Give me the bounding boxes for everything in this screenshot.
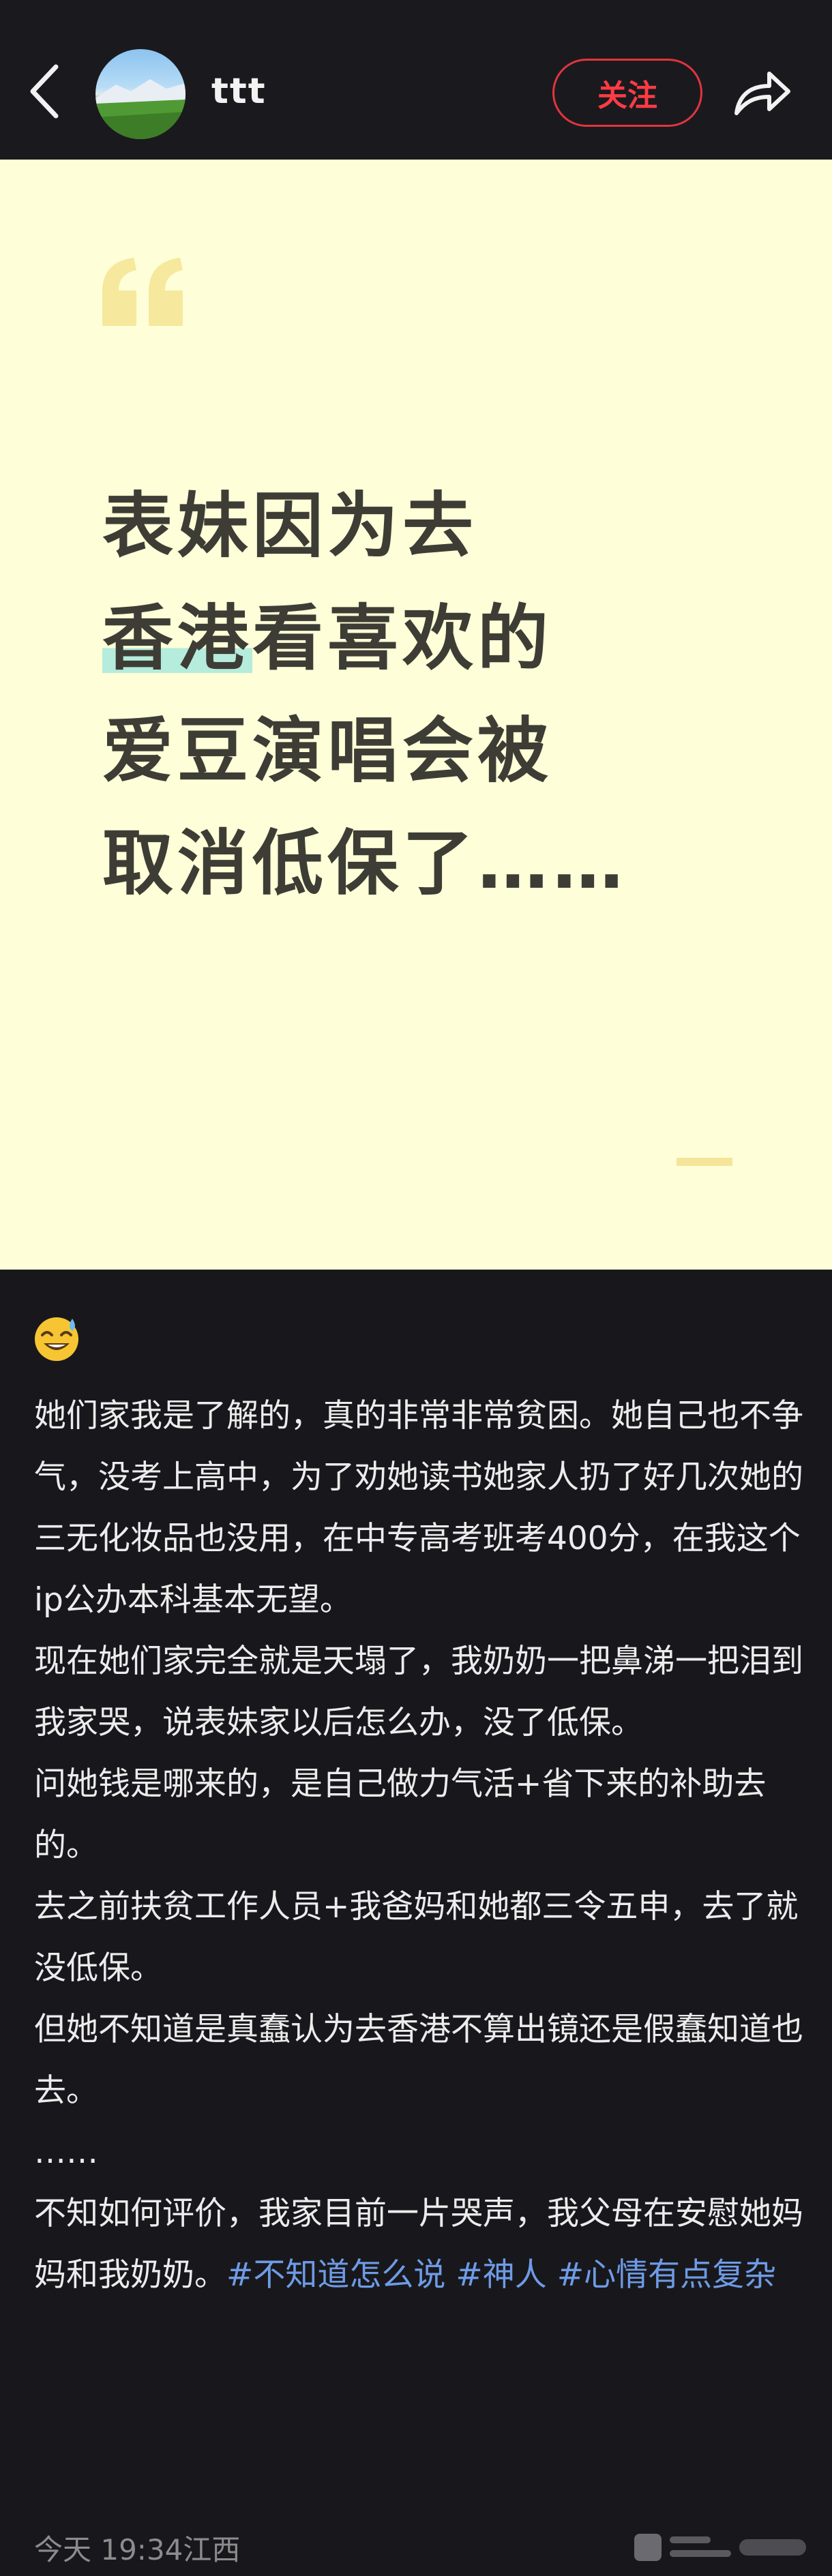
post-meta: 今天 19:34江西 xyxy=(34,2527,240,2568)
post-paragraph: 但她不知道是真蠢认为去香港不算出镜还是假蠢知道也去。 xyxy=(34,2011,803,2110)
post-paragraph: 去之前扶贫工作人员+我爸妈和她都三令五申，去了就没低保。 xyxy=(34,1888,799,1987)
headline-highlight: 香港 xyxy=(102,597,253,680)
chevron-left-icon xyxy=(30,64,59,119)
timestamp: 今天 19:34 xyxy=(34,2533,183,2566)
avatar-landscape-image xyxy=(95,79,185,139)
headline-line-3: 爱豆演唱会被 xyxy=(102,709,553,792)
headline-line-2: 香港看喜欢的 xyxy=(102,582,627,695)
avatar[interactable] xyxy=(95,49,185,139)
hashtag-link[interactable]: #神人 xyxy=(456,2256,546,2294)
back-button[interactable] xyxy=(25,63,65,120)
sweat-smile-emoji xyxy=(33,1315,80,1362)
post-body: 她们家我是了解的，真的非常非常贫困。她自己也不争气，没考上高中，为了劝她读书她家… xyxy=(0,1270,832,2576)
share-button[interactable] xyxy=(731,64,792,121)
post-paragraph: 现在她们家完全就是天塌了，我奶奶一把鼻涕一把泪到我家哭，说表妹家以后怎么办，没了… xyxy=(34,1643,803,1741)
hashtag-link[interactable]: #不知道怎么说 xyxy=(226,2256,445,2294)
closing-dash xyxy=(677,1158,732,1166)
share-arrow-icon xyxy=(734,72,790,115)
open-quote-icon xyxy=(97,255,192,333)
follow-button[interactable]: 关注 xyxy=(552,59,702,127)
post-paragraph: …… xyxy=(34,2133,98,2171)
top-bar: ttt 关注 xyxy=(0,0,832,160)
hashtag-link[interactable]: #心情有点复杂 xyxy=(557,2256,776,2294)
headline-line-1: 表妹因为去 xyxy=(102,484,478,567)
post-paragraph-last: 不知如何评价，我家目前一片哭声，我父母在安慰她妈妈和我奶奶。#不知道怎么说 #神… xyxy=(34,2183,805,2306)
post-text: 她们家我是了解的，真的非常非常贫困。她自己也不争气，没考上高中，为了劝她读书她家… xyxy=(34,1386,805,2306)
post-paragraph: 她们家我是了解的，真的非常非常贫困。她自己也不争气，没考上高中，为了劝她读书她家… xyxy=(34,1397,803,1619)
post-paragraph: 问她钱是哪来的，是自己做力气活+省下来的补助去的。 xyxy=(34,1765,767,1864)
headline-line-4: 取消低保了…… xyxy=(102,822,628,905)
location: 江西 xyxy=(183,2533,241,2566)
headline: 表妹因为去 香港看喜欢的 爱豆演唱会被 取消低保了…… xyxy=(102,470,627,920)
username[interactable]: ttt xyxy=(211,71,267,112)
watermark-logo xyxy=(634,2530,806,2565)
quote-card: 表妹因为去 香港看喜欢的 爱豆演唱会被 取消低保了…… xyxy=(0,160,832,1270)
headline-line-2-rest: 看喜欢的 xyxy=(252,597,553,680)
